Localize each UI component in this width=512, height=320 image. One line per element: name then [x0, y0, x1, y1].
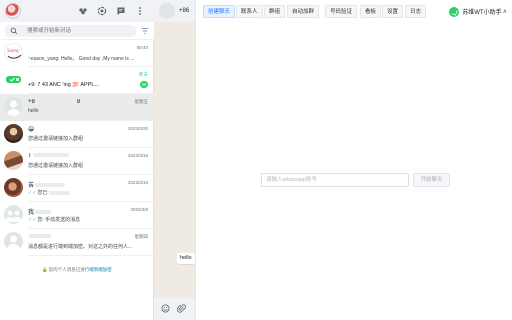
tab-settings[interactable]: 设置 — [382, 5, 404, 18]
tab-bar: 创建聊天 联系人 群组 自动加群 号码验证 看板 设置 日志 苏维WT小助手 ∧ — [196, 0, 512, 22]
unread-badge: 46 — [139, 81, 148, 88]
chat-preview: ✓✓您: 手动发送的消息 — [28, 217, 81, 223]
search-row — [0, 22, 154, 40]
menu-icon[interactable] — [135, 6, 145, 16]
chat-name: +9: 7 43 ANC 'ing 💯 APPL... — [28, 82, 100, 88]
chat-avatar — [4, 205, 23, 224]
new-chat-icon[interactable] — [116, 6, 126, 16]
double-check-icon: ✓✓ — [28, 190, 37, 196]
chat-name: +8 8 — [28, 99, 81, 105]
chat-name: 我 — [28, 207, 52, 216]
double-check-icon: ✓✓ — [28, 217, 37, 223]
chat-time: 2023/3/20 — [127, 126, 148, 131]
status-icon[interactable] — [97, 6, 107, 16]
emoji-icon[interactable] — [161, 304, 170, 313]
chat-list-item[interactable]: 我 2023/3/8 ✓✓您: 手动发送的消息 — [0, 202, 154, 229]
chat-time: 2023/3/8 — [130, 207, 148, 212]
chat-list-header — [0, 0, 154, 22]
assistant-brand[interactable]: 苏维WT小助手 ∧ — [449, 5, 507, 18]
chat-preview: ✓✓您已: — [28, 189, 71, 196]
search-icon[interactable] — [10, 27, 18, 35]
tab-kanban[interactable]: 看板 — [360, 5, 382, 18]
whatsapp-logo-icon — [449, 6, 460, 17]
redacted-text — [35, 99, 76, 104]
chat-avatar — [4, 232, 23, 251]
redacted-text — [29, 234, 51, 239]
conversation-title: +86 — [179, 8, 190, 14]
brand-name: 苏维WT小助手 — [462, 10, 502, 16]
start-chat-button[interactable]: 开始聊天 — [413, 173, 450, 187]
tab-logs[interactable]: 日志 — [405, 5, 427, 18]
divider — [28, 255, 154, 256]
chat-preview: 您通过邀请链接加入群组 — [28, 163, 84, 169]
chat-name: 😀 — [28, 127, 35, 133]
chat-time: 2023/3/10 — [127, 180, 148, 185]
lock-icon: 🔒 — [42, 267, 48, 272]
attach-icon[interactable] — [176, 304, 186, 313]
contact-avatar[interactable] — [159, 3, 175, 19]
chat-avatar — [4, 124, 23, 143]
search-box — [5, 25, 136, 37]
collapse-icon[interactable]: ∧ — [503, 8, 507, 15]
chat-list-item[interactable]: 苦 2023/3/10 ✓✓您已: — [0, 175, 154, 202]
chat-avatar — [4, 178, 23, 197]
my-avatar[interactable] — [5, 3, 21, 19]
tab-groups[interactable]: 群组 — [264, 5, 286, 18]
redacted-text — [49, 190, 70, 195]
redacted-text — [35, 183, 66, 188]
chat-name: T — [28, 153, 70, 159]
assistant-panel: 创建聊天 联系人 群组 自动加群 号码验证 看板 设置 日志 苏维WT小助手 ∧… — [195, 0, 512, 320]
tab-contacts[interactable]: 联系人 — [236, 5, 263, 18]
svg-text:Sunny: Sunny — [7, 49, 20, 54]
chat-preview: hello — [28, 108, 39, 114]
community-icon[interactable] — [78, 6, 88, 16]
chat-list-pane: Sunny 08:40 ~eason_yang: Hello。 Good day… — [0, 0, 154, 320]
chat-preview: 您通过邀请链接加入群组 — [28, 136, 84, 142]
chat-avatar — [4, 70, 23, 89]
chat-avatar — [4, 97, 23, 116]
chat-avatar — [4, 151, 23, 170]
chat-time: 08:40 — [136, 45, 148, 50]
composer-bar — [154, 298, 195, 320]
chat-list-item[interactable]: +9: 7 43 ANC 'ing 💯 APPL... 昨天 46 — [0, 67, 154, 94]
search-input[interactable] — [27, 26, 132, 36]
redacted-text — [35, 210, 52, 215]
tab-create-chat[interactable]: 创建聊天 — [203, 5, 236, 18]
message-bubble: hello — [177, 253, 195, 264]
chat-list-item[interactable]: T 2023/3/16 您通过邀请链接加入群组 — [0, 148, 154, 175]
whatsapp-account-input[interactable] — [261, 173, 409, 187]
chat-list-item[interactable]: +8 8 星期五 hello — [0, 94, 154, 121]
conversation-header[interactable]: +86 — [154, 0, 195, 22]
chat-avatar: Sunny — [4, 43, 23, 62]
chat-preview: ~eason_yang: Hello。 Good day ,My name is… — [28, 56, 135, 62]
tab-number-verify[interactable]: 号码验证 — [325, 5, 358, 18]
chat-list-item[interactable]: 😀 2023/3/20 您通过邀请链接加入群组 — [0, 121, 154, 148]
chat-name — [28, 234, 52, 240]
chat-preview: 消息都是进行端到端加密。对这之外的任何人... — [28, 244, 133, 250]
chat-time: 2023/3/16 — [127, 153, 148, 158]
filter-icon[interactable] — [141, 27, 149, 35]
encryption-link[interactable]: 端到端加密 — [89, 267, 112, 272]
chat-list-item[interactable]: 星期四 消息都是进行端到端加密。对这之外的任何人... — [0, 229, 154, 256]
chat-time: 星期五 — [134, 99, 149, 104]
redacted-text — [32, 153, 69, 158]
conversation-pane: +86 hello — [154, 0, 195, 320]
encryption-note: 🔒您的个人消息已进行端到端加密 — [42, 267, 112, 272]
chat-time: 昨天 — [139, 72, 148, 77]
tab-auto-join-group[interactable]: 自动加群 — [287, 5, 320, 18]
chat-list-item[interactable]: Sunny 08:40 ~eason_yang: Hello。 Good day… — [0, 40, 154, 67]
chat-time: 星期四 — [134, 234, 149, 239]
chat-name: 苦 — [28, 180, 66, 189]
